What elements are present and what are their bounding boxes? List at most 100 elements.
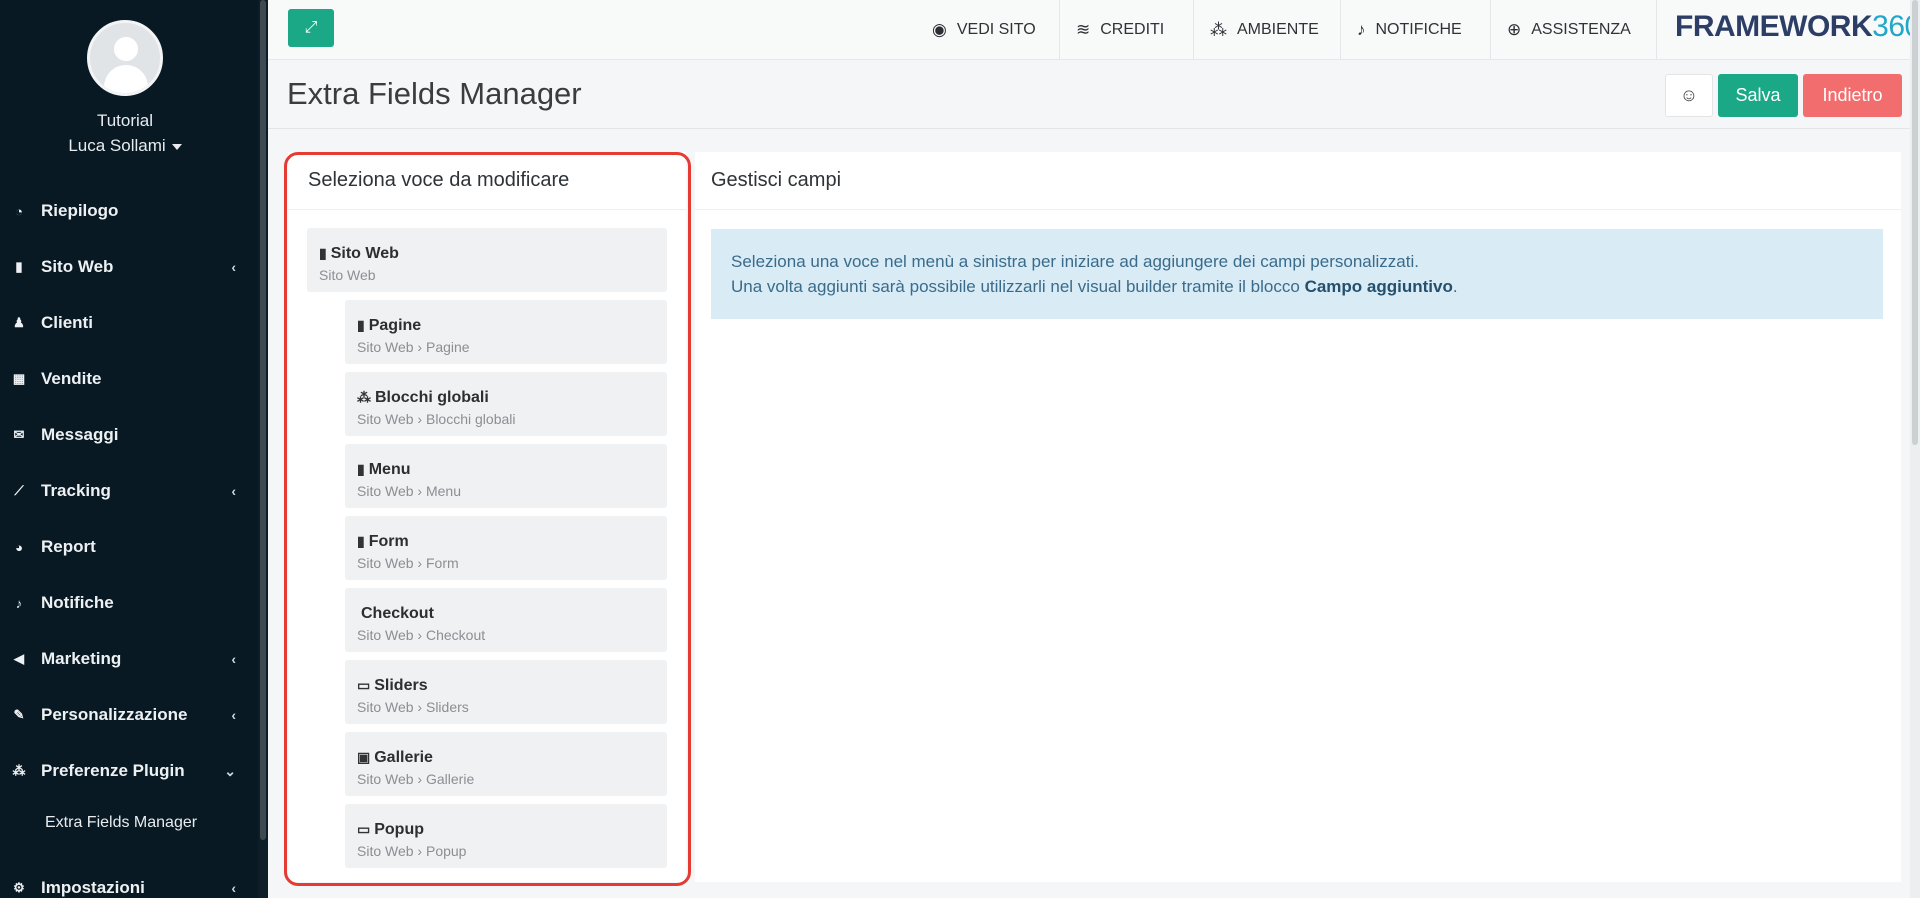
tree-item-title: ▭ Sliders (357, 677, 428, 694)
calculator-icon: ▦ (12, 371, 26, 386)
person-icon: ♟ (13, 315, 25, 330)
tree-item-checkout[interactable]: Checkout Sito Web › Checkout (345, 588, 667, 652)
file-icon: ▮ (15, 259, 23, 274)
tree-item-menu[interactable]: ▮ Menu Sito Web › Menu (345, 444, 667, 508)
tree-item-path: Sito Web › Sliders (357, 699, 469, 715)
megaphone-icon: ◀ (14, 651, 24, 666)
sidebar-scrollbar-thumb[interactable] (260, 0, 266, 840)
window-icon: ▭ (357, 677, 371, 693)
caret-down-icon (171, 143, 182, 150)
chevron-left-icon: ‹ (231, 707, 236, 723)
tree-item-path: Sito Web (319, 267, 376, 283)
bell-icon: ♪ (15, 595, 23, 611)
tree-item-gallerie[interactable]: ▣ Gallerie Sito Web › Gallerie (345, 732, 667, 796)
user-menu[interactable]: Luca Sollami (0, 136, 250, 156)
sidebar-item-sito-web[interactable]: ▮ Sito Web ‹ (0, 247, 250, 287)
tree-item-title: ▮ Form (357, 533, 409, 550)
envelope-icon: ✉ (13, 427, 25, 442)
tree-item-path: Sito Web › Checkout (357, 627, 486, 643)
campo-aggiuntivo-text: Campo aggiuntivo (1304, 277, 1453, 296)
notifiche-label: NOTIFICHE (1375, 21, 1462, 38)
tree-item-title: ⁂ Blocchi globali (357, 389, 489, 406)
tree-item-path: Sito Web › Form (357, 555, 459, 571)
back-button[interactable]: Indietro (1803, 74, 1902, 117)
ambiente-link[interactable]: ⁂ AMBIENTE (1193, 0, 1319, 60)
sidebar-item-marketing[interactable]: ◀ Marketing ‹ (0, 639, 250, 679)
topbar-divider (1656, 0, 1657, 60)
vedi-sito-link[interactable]: ◉ VEDI SITO (916, 0, 1036, 60)
tree-item-sito-web[interactable]: ▮ Sito Web Sito Web (307, 228, 667, 292)
avatar-head (114, 37, 138, 61)
tree-item-path: Sito Web › Blocchi globali (357, 411, 516, 427)
info-line-2: Una volta aggiunti sarà possibile utiliz… (731, 277, 1458, 296)
tree-item-popup[interactable]: ▭ Popup Sito Web › Popup (345, 804, 667, 868)
emoji-button[interactable]: ☺ (1665, 74, 1713, 117)
sidebar-item-label: Clienti (41, 313, 93, 332)
sidebar-item-label: Impostazioni (41, 878, 145, 897)
crediti-link[interactable]: ≋ CREDITI (1059, 0, 1164, 60)
select-item-panel: Seleziona voce da modificare ▮ Sito Web S… (288, 152, 686, 882)
line-chart-icon: ⟋ (14, 483, 24, 498)
sidebar-item-clienti[interactable]: ♟ Clienti (0, 303, 250, 343)
sidebar-item-messaggi[interactable]: ✉ Messaggi (0, 415, 250, 455)
info-line-1: Seleziona una voce nel menù a sinistra p… (731, 252, 1419, 271)
avatar[interactable] (87, 20, 163, 96)
expand-icon: ⤢ (304, 19, 318, 36)
brand-logo[interactable]: FRAMEWORK360 (1675, 10, 1920, 44)
expand-button[interactable]: ⤢ (288, 9, 334, 47)
bell-icon: ♪ (1357, 20, 1366, 39)
title-divider (268, 128, 1910, 129)
pie-chart-icon: ◕ (15, 539, 23, 555)
notifiche-link[interactable]: ♪ NOTIFICHE (1340, 0, 1462, 60)
sidebar-item-label: Vendite (41, 369, 102, 388)
page-scrollbar-thumb[interactable] (1912, 0, 1918, 445)
user-company: Tutorial (96, 111, 154, 130)
page-title: Extra Fields Manager (287, 76, 582, 111)
file-icon: ▮ (319, 245, 327, 261)
sidebar-item-tracking[interactable]: ⟋ Tracking ‹ (0, 471, 250, 511)
tree-item-path: Sito Web › Popup (357, 843, 467, 859)
cog-icon: ⚙ (13, 880, 25, 895)
sidebar-item-personalizzazione[interactable]: ✎ Personalizzazione ‹ (0, 695, 250, 735)
sidebar-item-riepilogo[interactable]: ◔ Riepilogo (0, 191, 250, 231)
chevron-down-icon: ⌄ (224, 763, 236, 779)
sidebar-item-report[interactable]: ◕ Report (0, 527, 250, 567)
sidebar-item-label: Report (41, 537, 96, 556)
file-icon: ▮ (357, 533, 365, 549)
sidebar-item-label: Marketing (41, 649, 122, 668)
sidebar-item-label: Notifiche (41, 593, 114, 612)
chevron-left-icon: ‹ (231, 259, 236, 275)
tree-item-pagine[interactable]: ▮ Pagine Sito Web › Pagine (345, 300, 667, 364)
sidebar-subitem-extra-fields-manager[interactable]: Extra Fields Manager (45, 807, 250, 839)
assistenza-label: ASSISTENZA (1531, 21, 1631, 38)
sidebar-item-label: Riepilogo (41, 201, 119, 220)
tree-item-title: ▮ Sito Web (319, 245, 399, 262)
window-icon: ▭ (357, 821, 371, 837)
tree-item-title: ▮ Menu (357, 461, 411, 478)
tree-item-sliders[interactable]: ▭ Sliders Sito Web › Sliders (345, 660, 667, 724)
tree-item-path: Sito Web › Gallerie (357, 771, 475, 787)
manage-fields-panel-header: Gestisci campi (695, 152, 1901, 210)
sidebar-item-notifiche[interactable]: ♪ Notifiche (0, 583, 250, 623)
lifebuoy-icon: ⊕ (1507, 20, 1522, 39)
cubes-icon: ⁂ (1210, 20, 1227, 39)
topbar: ⤢ ◉ VEDI SITO ≋ CREDITI ⁂ AMBIENTE ♪ NOT… (268, 0, 1920, 60)
info-alert: Seleziona una voce nel menù a sinistra p… (711, 229, 1883, 319)
brush-icon: ✎ (13, 707, 25, 722)
save-button[interactable]: Salva (1718, 74, 1798, 117)
tree-item-form[interactable]: ▮ Form Sito Web › Form (345, 516, 667, 580)
assistenza-link[interactable]: ⊕ ASSISTENZA (1490, 0, 1631, 60)
cubes-icon: ⁂ (357, 389, 371, 405)
brand-text: FRAMEWORK (1675, 10, 1873, 43)
coins-icon: ≋ (1076, 20, 1091, 39)
eye-icon: ◉ (932, 20, 947, 39)
tree-item-blocchi-globali[interactable]: ⁂ Blocchi globali Sito Web › Blocchi glob… (345, 372, 667, 436)
sidebar-item-vendite[interactable]: ▦ Vendite (0, 359, 250, 399)
chevron-left-icon: ‹ (231, 483, 236, 499)
sidebar-item-preferenze-plugin[interactable]: ⁂ Preferenze Plugin ⌄ (0, 751, 250, 791)
page-scrollbar[interactable] (1910, 0, 1920, 898)
chevron-left-icon: ‹ (231, 880, 236, 896)
sidebar-scrollbar[interactable] (258, 0, 268, 898)
sidebar-item-impostazioni[interactable]: ⚙ Impostazioni ‹ (0, 868, 250, 898)
user-name: Luca Sollami (68, 136, 166, 155)
